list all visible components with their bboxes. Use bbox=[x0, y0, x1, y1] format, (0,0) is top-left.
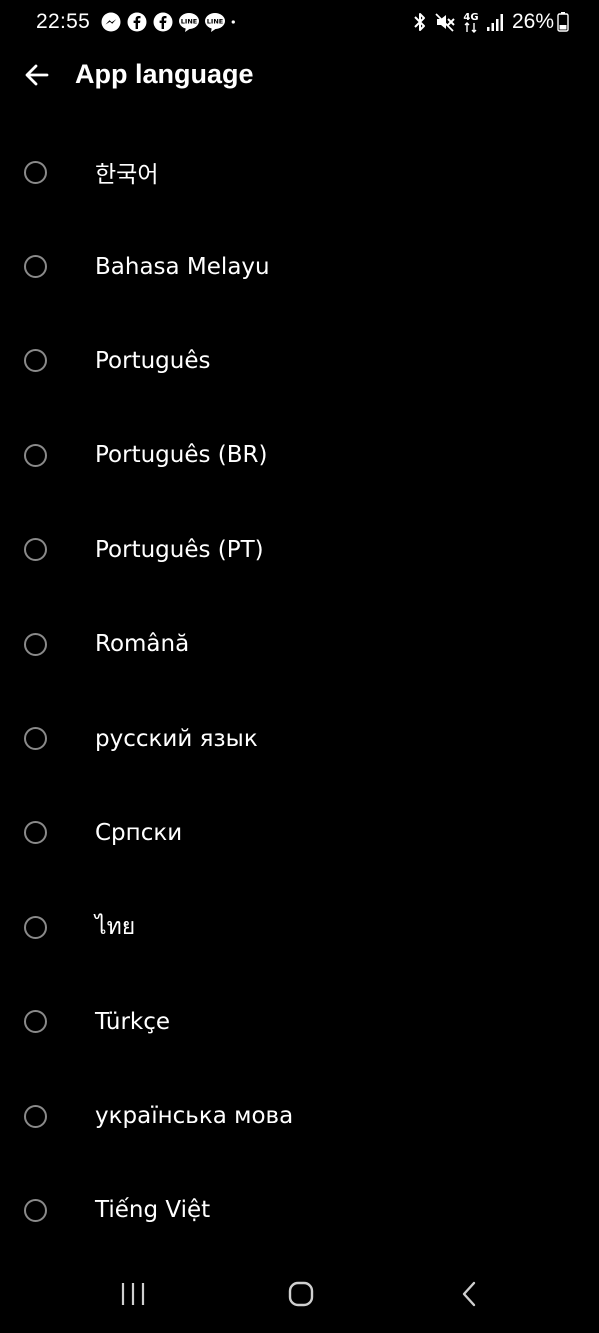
language-option[interactable]: ไทย bbox=[0, 880, 599, 974]
facebook-icon bbox=[127, 12, 147, 32]
bluetooth-icon bbox=[414, 13, 425, 31]
language-label: Tiếng Việt bbox=[95, 1197, 211, 1224]
language-label: 한국어 bbox=[95, 162, 159, 189]
radio-button[interactable] bbox=[24, 915, 47, 939]
radio-button[interactable] bbox=[24, 160, 47, 184]
battery-percentage: 26% bbox=[511, 10, 554, 33]
radio-button[interactable] bbox=[24, 255, 47, 279]
radio-button[interactable] bbox=[24, 443, 47, 467]
language-option[interactable]: Português bbox=[0, 314, 599, 408]
radio-button[interactable] bbox=[24, 632, 47, 656]
network-4g-icon: 4G bbox=[463, 12, 479, 33]
language-label: Português bbox=[95, 347, 211, 374]
system-status-icons: 4G 26% bbox=[406, 9, 569, 35]
language-label: ไทย bbox=[95, 914, 136, 941]
line-icon: LINE bbox=[179, 13, 199, 32]
radio-button[interactable] bbox=[24, 538, 47, 562]
radio-button[interactable] bbox=[24, 727, 47, 751]
messenger-icon bbox=[101, 12, 121, 32]
recents-button[interactable] bbox=[103, 1269, 163, 1319]
navigation-bar bbox=[0, 1259, 599, 1333]
language-label: Српски bbox=[95, 819, 183, 846]
language-option[interactable]: Română bbox=[0, 597, 599, 691]
status-time: 22:55 bbox=[36, 10, 91, 33]
nav-back-button[interactable] bbox=[439, 1269, 499, 1319]
svg-text:4G: 4G bbox=[463, 12, 478, 23]
mute-icon bbox=[435, 13, 455, 32]
language-option[interactable]: 한국어 bbox=[0, 125, 599, 219]
signal-icon bbox=[486, 14, 503, 31]
back-chevron-icon bbox=[462, 1281, 476, 1307]
language-option[interactable]: Português (BR) bbox=[0, 408, 599, 502]
radio-button[interactable] bbox=[24, 821, 47, 845]
language-option[interactable]: Tiếng Việt bbox=[0, 1163, 599, 1257]
language-option[interactable]: українська мова bbox=[0, 1069, 599, 1163]
arrow-left-icon bbox=[25, 64, 49, 86]
language-label: Română bbox=[95, 631, 190, 658]
page-title: App language bbox=[75, 59, 254, 89]
radio-button[interactable] bbox=[24, 349, 47, 373]
radio-button[interactable] bbox=[24, 1104, 47, 1128]
language-option[interactable]: Português (PT) bbox=[0, 503, 599, 597]
language-label: українська мова bbox=[95, 1103, 294, 1130]
home-button[interactable] bbox=[271, 1269, 331, 1319]
language-label: русский язык bbox=[95, 725, 258, 752]
app-bar: App language bbox=[0, 44, 599, 108]
radio-button[interactable] bbox=[24, 1010, 47, 1034]
facebook-icon bbox=[153, 12, 173, 32]
language-label: Bahasa Melayu bbox=[95, 253, 270, 280]
language-option[interactable]: Bahasa Melayu bbox=[0, 219, 599, 313]
svg-text:LINE: LINE bbox=[207, 18, 223, 26]
back-button[interactable] bbox=[20, 58, 54, 92]
language-option[interactable]: русский язык bbox=[0, 691, 599, 785]
radio-button[interactable] bbox=[24, 1198, 47, 1222]
language-list: 한국어 Bahasa Melayu Português Português (B… bbox=[0, 125, 599, 1258]
language-option[interactable]: Türkçe bbox=[0, 975, 599, 1069]
language-label: Português (BR) bbox=[95, 442, 268, 469]
language-label: Português (PT) bbox=[95, 536, 264, 563]
battery-icon bbox=[557, 12, 569, 32]
home-icon bbox=[288, 1281, 314, 1307]
recents-icon bbox=[121, 1283, 145, 1305]
language-label: Türkçe bbox=[95, 1008, 171, 1035]
status-bar: 22:55 LINE LINE 4G 26% bbox=[0, 0, 599, 44]
svg-text:LINE: LINE bbox=[181, 18, 197, 26]
line-icon: LINE bbox=[205, 13, 225, 32]
language-option[interactable]: Српски bbox=[0, 786, 599, 880]
dot-icon bbox=[231, 20, 235, 24]
notification-icons: LINE LINE bbox=[100, 11, 246, 33]
